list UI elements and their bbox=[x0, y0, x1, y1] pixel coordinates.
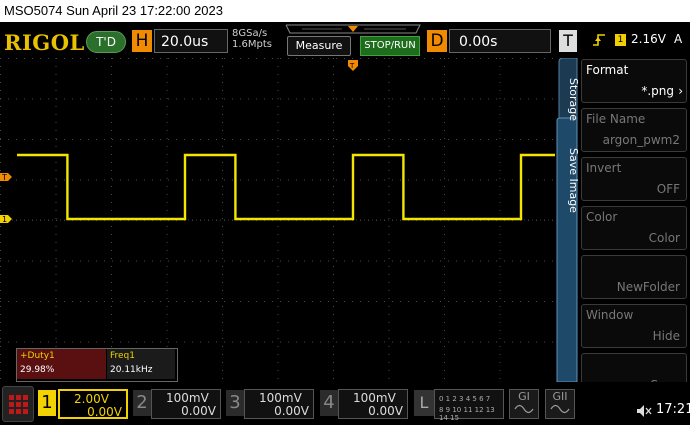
window-title: MSO5074 Sun April 23 17:22:00 2023 bbox=[4, 3, 223, 18]
grid-menu-icon bbox=[9, 395, 28, 414]
channel-4-button[interactable]: 4 bbox=[320, 390, 338, 416]
duty-label: +Duty1 bbox=[20, 351, 55, 361]
channel-2-button[interactable]: 2 bbox=[133, 390, 151, 416]
channel-3-settings[interactable]: 100mV 0.00V bbox=[244, 389, 314, 419]
trigger-level-marker: T bbox=[0, 173, 12, 182]
channel-1-settings[interactable]: 2.00V 0.00V bbox=[58, 389, 128, 419]
channel-3-button[interactable]: 3 bbox=[226, 390, 244, 416]
stop-run-button[interactable]: STOP/RUN bbox=[360, 36, 420, 56]
generator-1-label: GI bbox=[518, 390, 530, 403]
sample-rate: 8GSa/s bbox=[232, 28, 268, 39]
frequency-measurement[interactable]: Freq1 20.11kHz bbox=[107, 349, 175, 379]
trigger-mode[interactable]: A bbox=[674, 32, 682, 46]
trigger-level[interactable]: 2.16V bbox=[631, 32, 666, 46]
svg-text:Save Image: Save Image bbox=[567, 148, 579, 213]
svg-text:T: T bbox=[349, 62, 355, 70]
memory-depth: 1.6Mpts bbox=[232, 39, 273, 50]
invert-button[interactable]: Invert OFF bbox=[581, 157, 687, 201]
logic-analyzer-button[interactable]: L bbox=[414, 390, 434, 416]
delay-menu-button[interactable]: D bbox=[427, 30, 447, 52]
color-button[interactable]: Color Color bbox=[581, 206, 687, 250]
svg-text:1: 1 bbox=[2, 215, 7, 224]
channel-1-trace bbox=[17, 153, 555, 221]
freq-label: Freq1 bbox=[110, 351, 136, 361]
generator-2-button[interactable]: GII bbox=[545, 389, 575, 419]
rising-edge-icon bbox=[593, 34, 605, 46]
channel-4-offset: 0.00V bbox=[368, 404, 403, 418]
logic-channels[interactable]: 0 1 2 3 4 5 6 7 8 9 10 11 12 13 14 15 bbox=[434, 389, 504, 422]
channel-2-offset: 0.00V bbox=[181, 404, 216, 418]
window-button[interactable]: Window Hide bbox=[581, 304, 687, 348]
horizontal-menu-button[interactable]: H bbox=[132, 30, 152, 52]
format-button[interactable]: Format *.png › bbox=[581, 59, 687, 103]
channel-3-offset: 0.00V bbox=[274, 404, 309, 418]
logic-row-2: 8 9 10 11 12 13 14 15 bbox=[439, 406, 495, 422]
channel-4-scale: 100mV bbox=[353, 391, 396, 405]
speaker-icon[interactable] bbox=[636, 404, 652, 418]
channel-3-scale: 100mV bbox=[259, 391, 302, 405]
timebase-value[interactable]: 20.0us bbox=[154, 29, 228, 53]
trigger-source-badge: 1 bbox=[615, 34, 626, 46]
channel-2-settings[interactable]: 100mV 0.00V bbox=[151, 389, 221, 419]
waveform-display[interactable]: T 1 T bbox=[0, 58, 555, 382]
duty-value: 29.98% bbox=[20, 365, 55, 375]
delay-value[interactable]: 0.00s bbox=[449, 29, 551, 53]
side-menu-tabs[interactable]: Storage Save Image bbox=[555, 58, 579, 382]
app-menu-button[interactable] bbox=[2, 386, 34, 422]
measure-button[interactable]: Measure bbox=[287, 36, 351, 56]
trigger-menu-button[interactable]: T bbox=[559, 30, 577, 52]
logic-row-1: 0 1 2 3 4 5 6 7 bbox=[439, 395, 491, 403]
sine-wave-icon bbox=[514, 404, 534, 414]
channel-1-scale: 2.00V bbox=[74, 392, 109, 406]
channel-2-scale: 100mV bbox=[166, 391, 209, 405]
new-folder-button[interactable]: NewFolder bbox=[581, 255, 687, 299]
file-name-button[interactable]: File Name argon_pwm2 bbox=[581, 108, 687, 152]
window-title-bar: MSO5074 Sun April 23 17:22:00 2023 bbox=[0, 0, 690, 22]
channel-1-button[interactable]: 1 bbox=[38, 390, 56, 416]
clock: 17:21 bbox=[656, 402, 690, 417]
generator-2-label: GII bbox=[552, 390, 568, 403]
duty-measurement[interactable]: +Duty1 29.98% bbox=[17, 349, 106, 379]
svg-text:T: T bbox=[1, 173, 7, 182]
channel-1-offset: 0.00V bbox=[87, 405, 122, 419]
channel-1-ground-marker: 1 bbox=[0, 215, 12, 224]
sine-wave-icon bbox=[550, 404, 570, 414]
freq-value: 20.11kHz bbox=[110, 365, 153, 375]
svg-text:Storage: Storage bbox=[567, 78, 579, 121]
run-state-badge[interactable]: T'D bbox=[86, 31, 126, 53]
generator-1-button[interactable]: GI bbox=[509, 389, 539, 419]
chevron-right-icon: › bbox=[678, 84, 683, 98]
trigger-time-marker: T bbox=[348, 60, 358, 71]
rigol-logo: RIGOL bbox=[4, 30, 85, 55]
acquisition-info: 8GSa/s 1.6Mpts bbox=[232, 28, 272, 50]
channel-4-settings[interactable]: 100mV 0.00V bbox=[338, 389, 408, 419]
trigger-position-strip bbox=[285, 24, 421, 34]
trigger-position-marker bbox=[348, 26, 358, 32]
